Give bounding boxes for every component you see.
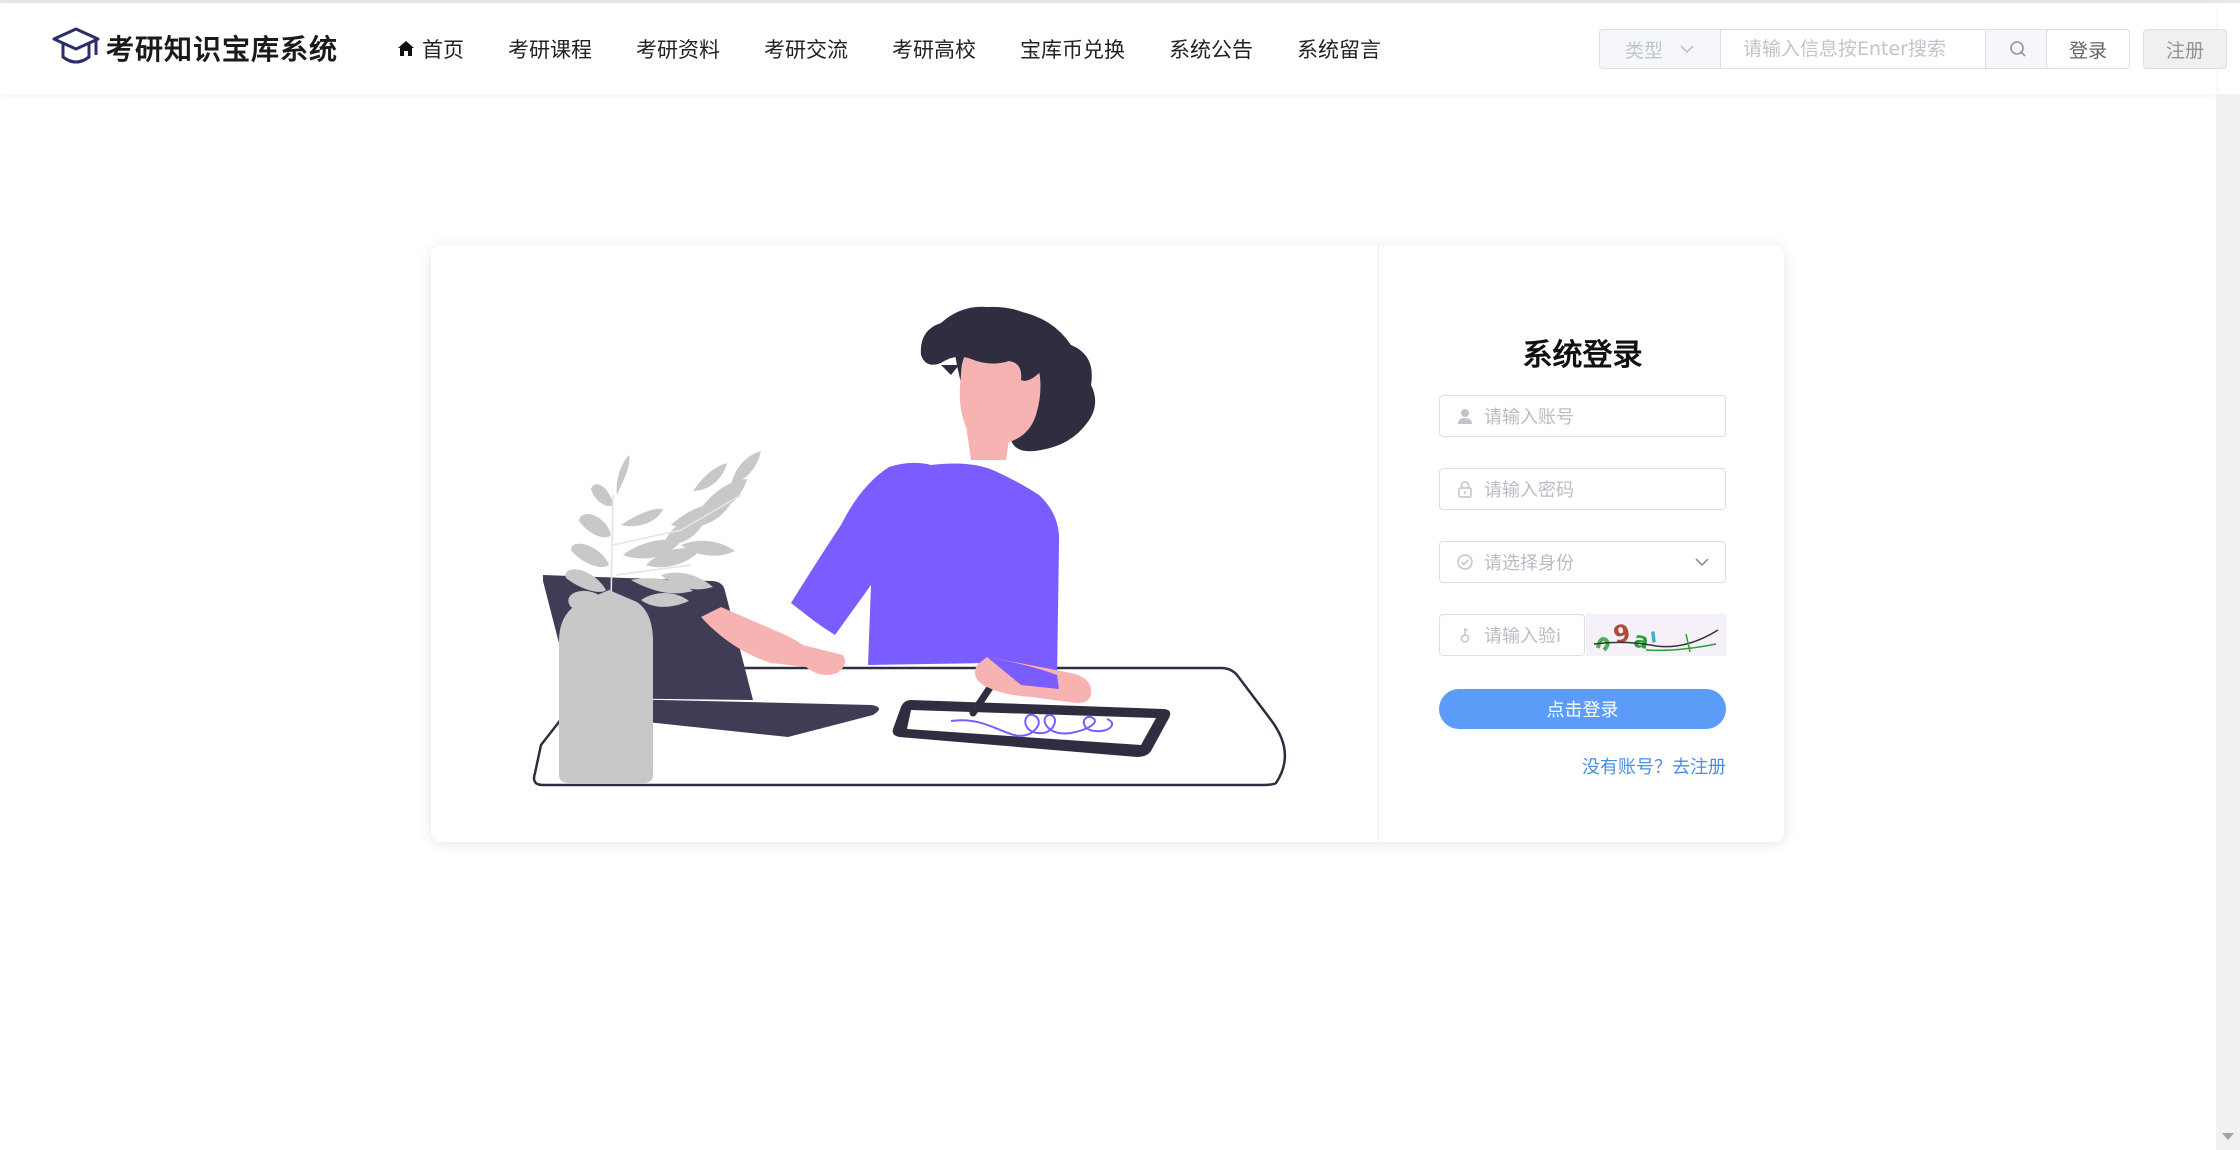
scroll-down-arrow[interactable] <box>2222 1133 2234 1140</box>
nav-item-materials[interactable]: 考研资料 <box>636 34 720 64</box>
user-icon <box>1458 409 1472 424</box>
site-logo[interactable]: 考研知识宝库系统 <box>52 25 338 71</box>
search-type-label: 类型 <box>1624 39 1663 62</box>
search-input[interactable] <box>1720 29 1986 69</box>
password-placeholder: 请输入密码 <box>1484 480 1574 501</box>
desk-illustration <box>532 306 1287 787</box>
chevron-down-icon <box>1695 558 1709 567</box>
nav-item-label: 首页 <box>422 37 464 62</box>
nav-item-courses[interactable]: 考研课程 <box>508 34 592 64</box>
check-circle-icon <box>1457 554 1473 570</box>
search-type-select[interactable]: 类型 <box>1599 29 1720 69</box>
register-button[interactable]: 注册 <box>2143 29 2227 69</box>
login-title: 系统登录 <box>1522 338 1643 373</box>
search-icon <box>2010 41 2026 57</box>
main-nav: 首页 考研课程 考研资料 考研交流 考研高校 宝库币兑换 系统公告 系统留言 <box>396 3 1425 94</box>
captcha-field[interactable]: 请输入验i <box>1439 614 1585 656</box>
login-button[interactable]: 登录 <box>2046 29 2130 69</box>
role-select[interactable]: 请选择身份 <box>1439 541 1726 583</box>
search-bar: 类型 <box>1599 29 2051 69</box>
go-register-link[interactable]: 没有账号？去注册 <box>1582 753 1726 779</box>
search-button[interactable] <box>1986 29 2051 69</box>
card-divider <box>1378 245 1379 842</box>
nav-item-forum[interactable]: 考研交流 <box>764 34 848 64</box>
nav-item-announcements[interactable]: 系统公告 <box>1169 34 1253 64</box>
graduation-cap-icon <box>52 27 100 64</box>
nav-item-home[interactable]: 首页 <box>396 34 464 64</box>
account-field[interactable]: 请输入账号 <box>1439 395 1726 437</box>
key-icon <box>1460 628 1470 643</box>
role-placeholder: 请选择身份 <box>1484 553 1574 574</box>
scrollbar[interactable] <box>2216 94 2240 1150</box>
nav-item-messages[interactable]: 系统留言 <box>1297 34 1381 64</box>
captcha-placeholder: 请输入验i <box>1484 626 1562 647</box>
site-header: 考研知识宝库系统 首页 考研课程 考研资料 考研交流 考研高校 宝库币兑换 系统… <box>0 3 2227 94</box>
chevron-down-icon <box>1680 45 1694 54</box>
nav-item-universities[interactable]: 考研高校 <box>892 34 976 64</box>
login-card: 系统登录 请输入账号 请输入密码 请选择身份 请输入验i 9 a ı 点击登录 … <box>431 245 1784 842</box>
password-field[interactable]: 请输入密码 <box>1439 468 1726 510</box>
site-title: 考研知识宝库系统 <box>106 33 339 66</box>
lock-icon <box>1458 481 1472 498</box>
captcha-image[interactable]: 9 a ı <box>1586 614 1726 656</box>
account-placeholder: 请输入账号 <box>1484 407 1574 428</box>
submit-login-button[interactable]: 点击登录 <box>1439 689 1726 729</box>
nav-item-coin-exchange[interactable]: 宝库币兑换 <box>1020 34 1125 64</box>
home-icon <box>398 40 414 56</box>
